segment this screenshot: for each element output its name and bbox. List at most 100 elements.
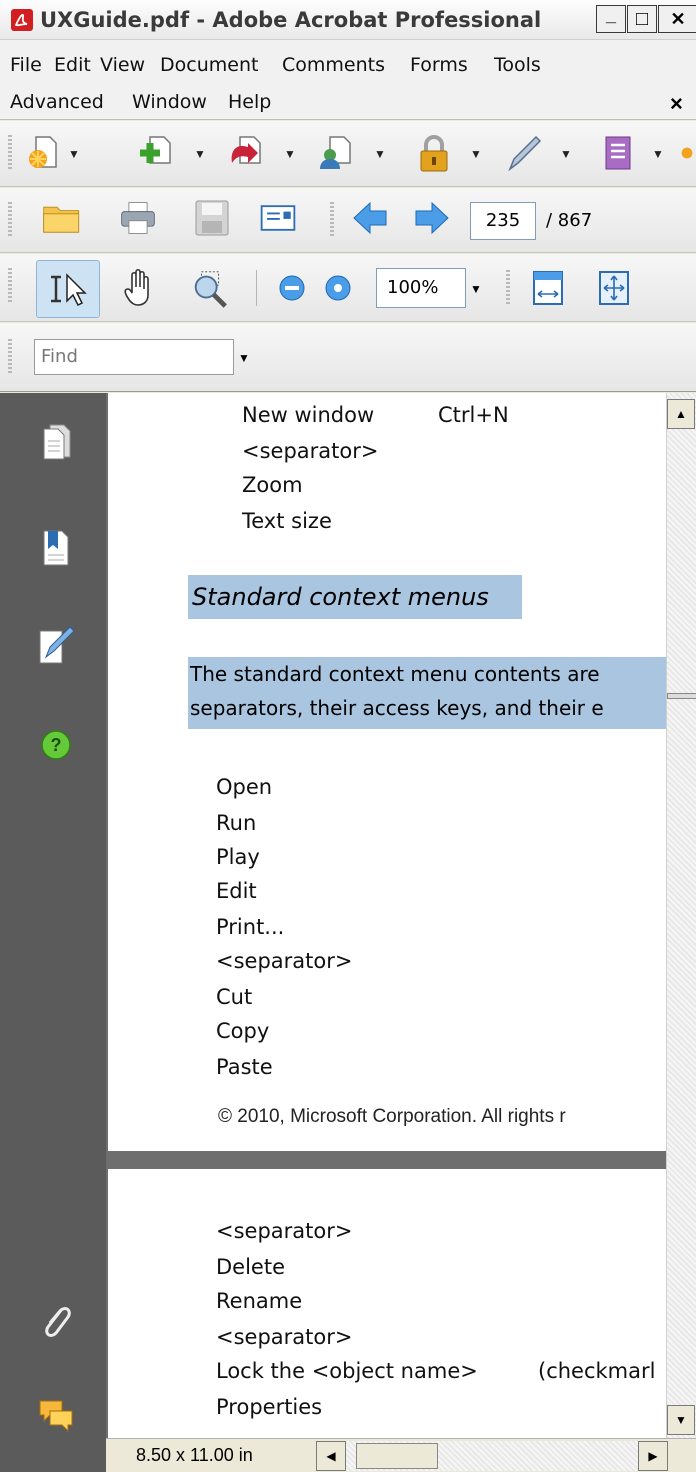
menu-view[interactable]: View: [100, 54, 145, 76]
acrobat-icon: [10, 8, 34, 32]
find-input[interactable]: Find: [34, 339, 234, 375]
chevron-down-icon[interactable]: ▼: [470, 147, 482, 161]
document-close-button[interactable]: ×: [670, 91, 683, 117]
chevron-down-icon[interactable]: ▼: [652, 147, 664, 161]
close-button[interactable]: ✕: [658, 5, 696, 33]
page-number-input[interactable]: 235: [470, 202, 536, 240]
scroll-up-button[interactable]: ▲: [667, 399, 695, 429]
menu-bar: File Edit View Document Comments Forms T…: [0, 40, 696, 120]
list-item: Open: [216, 775, 273, 799]
menu-forms[interactable]: Forms: [410, 54, 468, 76]
minimize-button[interactable]: _: [596, 5, 626, 33]
lock-icon[interactable]: [414, 133, 454, 173]
bookmarks-icon[interactable]: [36, 525, 76, 569]
menu-document[interactable]: Document: [160, 54, 258, 76]
menu-advanced[interactable]: Advanced: [10, 91, 104, 113]
pdf-page: <separator> Delete Rename <separator> Lo…: [108, 1169, 666, 1438]
list-item: Properties: [216, 1395, 323, 1419]
chevron-down-icon[interactable]: ▼: [68, 147, 80, 161]
chevron-down-icon[interactable]: ▼: [374, 147, 386, 161]
list-item: <separator>: [216, 1325, 353, 1349]
menu-comments[interactable]: Comments: [282, 54, 385, 76]
horizontal-scroll-thumb[interactable]: [356, 1443, 438, 1469]
print-icon[interactable]: [118, 198, 158, 238]
toolbar-separator: [330, 202, 334, 238]
scroll-down-button[interactable]: ▼: [667, 1405, 695, 1435]
combine-files-icon[interactable]: [134, 133, 174, 173]
next-page-icon[interactable]: [412, 198, 452, 238]
page-size-label: 8.50 x 11.00 in: [136, 1445, 253, 1465]
copyright-footer: © 2010, Microsoft Corporation. All right…: [218, 1106, 566, 1127]
scroll-right-button[interactable]: ▶: [638, 1441, 668, 1471]
document-view[interactable]: New window Ctrl+N <separator> Zoom Text …: [106, 393, 666, 1438]
toolbar-grip[interactable]: [8, 135, 12, 171]
arrow-left-icon: ◀: [326, 1449, 336, 1463]
menu-tools[interactable]: Tools: [494, 54, 541, 76]
list-item: <separator>: [216, 949, 353, 973]
paragraph-line: The standard context menu contents are: [190, 662, 600, 686]
signatures-icon[interactable]: [36, 623, 76, 667]
pages-icon[interactable]: [36, 419, 76, 463]
help-icon[interactable]: ?: [36, 723, 76, 767]
chevron-down-icon[interactable]: ▼: [194, 147, 206, 161]
window-title: UXGuide.pdf - Adobe Acrobat Professional: [40, 8, 542, 32]
scroll-thumb[interactable]: [667, 693, 696, 699]
comments-icon[interactable]: [36, 1393, 76, 1437]
zoom-in-icon[interactable]: [320, 270, 356, 306]
maximize-button[interactable]: □: [627, 5, 657, 33]
menu-edit[interactable]: Edit: [54, 54, 91, 76]
open-folder-icon[interactable]: [42, 198, 82, 238]
find-toolbar: Find ▼: [0, 323, 696, 392]
chevron-down-icon[interactable]: ▼: [560, 147, 572, 161]
multimedia-icon[interactable]: [678, 133, 696, 173]
highlighted-paragraph: The standard context menu contents are s…: [188, 657, 666, 729]
vertical-scrollbar[interactable]: ▲ ▼: [666, 393, 696, 1438]
toolbar-separator: [256, 270, 257, 306]
section-heading: Standard context menus: [188, 575, 522, 619]
hand-tool-icon[interactable]: [118, 268, 158, 308]
list-item: <separator>: [216, 1219, 353, 1243]
list-item: Lock the <object name>: [216, 1359, 478, 1383]
fit-page-icon[interactable]: [594, 268, 634, 308]
menu-window[interactable]: Window: [132, 91, 207, 113]
nav-panel-footer: [0, 1438, 106, 1472]
menu-file[interactable]: File: [10, 54, 42, 76]
text-select-icon: [51, 273, 87, 307]
menu-help[interactable]: Help: [228, 91, 271, 113]
arrow-down-icon: ▼: [675, 1413, 687, 1427]
email-icon[interactable]: [258, 198, 298, 238]
minimize-icon: _: [605, 4, 616, 25]
list-item: Rename: [216, 1289, 303, 1313]
forms-icon[interactable]: [598, 133, 638, 173]
toolbar-grip[interactable]: [8, 339, 12, 375]
toolbar-grip[interactable]: [8, 268, 12, 304]
tasks-toolbar: ▼ ▼ ▼ ▼ ▼ ▼ ▼: [0, 121, 696, 187]
list-item: Copy: [216, 1019, 270, 1043]
scroll-left-button[interactable]: ◀: [316, 1441, 346, 1471]
horizontal-scrollbar[interactable]: ◀ ▶: [316, 1441, 668, 1471]
list-item: Paste: [216, 1055, 273, 1079]
attachments-icon[interactable]: [36, 1299, 76, 1343]
review-comment-icon[interactable]: [316, 133, 356, 173]
select-zoom-toolbar: 100% ▼: [0, 254, 696, 322]
zoom-out-icon[interactable]: [274, 270, 310, 306]
marquee-zoom-icon[interactable]: [190, 268, 230, 308]
fit-width-icon[interactable]: [528, 268, 568, 308]
previous-page-icon[interactable]: [350, 198, 390, 238]
list-item: Edit: [216, 879, 257, 903]
toolbar-grip[interactable]: [8, 202, 12, 238]
find-dropdown-icon[interactable]: ▼: [238, 351, 250, 365]
toolbar-separator: [506, 270, 510, 306]
select-tool-button[interactable]: [36, 260, 100, 318]
file-toolbar: 235 / 867: [0, 188, 696, 253]
list-item: Play: [216, 845, 260, 869]
export-icon[interactable]: [224, 133, 264, 173]
list-item: Cut: [216, 985, 253, 1009]
save-icon[interactable]: [192, 198, 232, 238]
zoom-dropdown-icon[interactable]: ▼: [470, 282, 482, 296]
sign-pen-icon[interactable]: [504, 133, 544, 173]
create-pdf-icon[interactable]: [24, 133, 64, 173]
zoom-level-input[interactable]: 100%: [376, 268, 466, 308]
chevron-down-icon[interactable]: ▼: [284, 147, 296, 161]
close-icon: ✕: [670, 8, 686, 29]
